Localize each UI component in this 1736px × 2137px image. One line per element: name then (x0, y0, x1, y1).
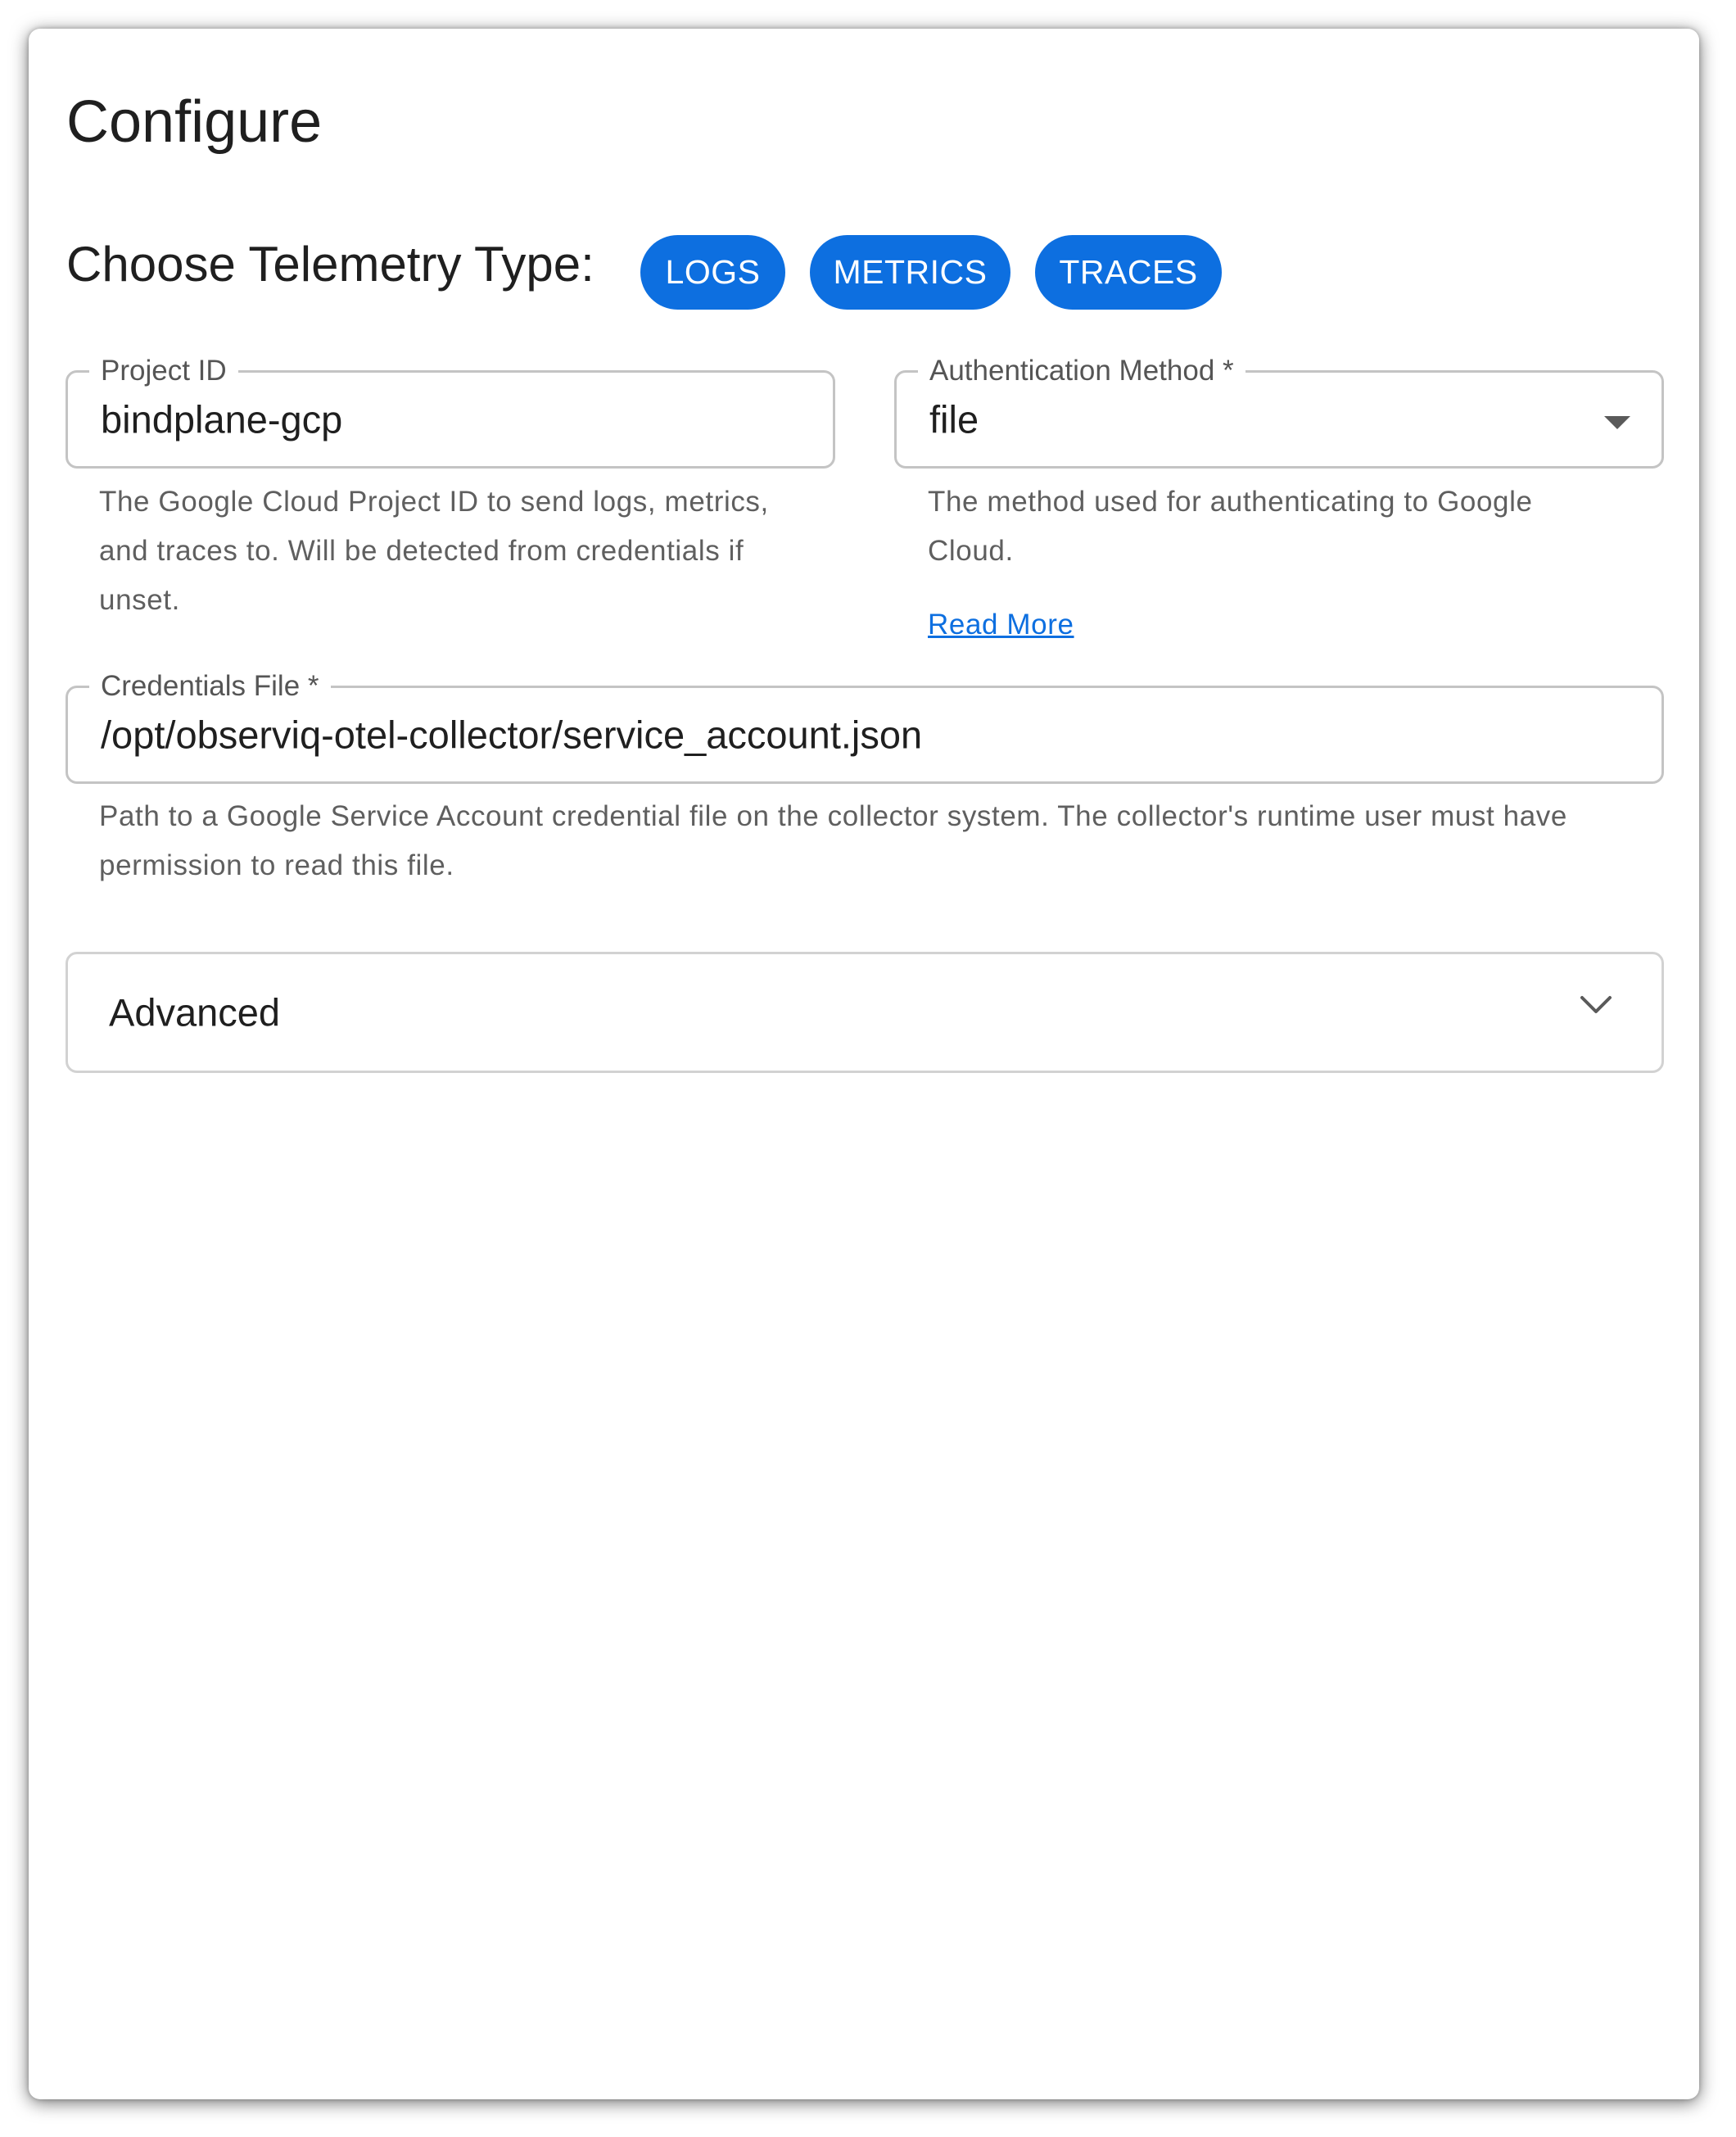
advanced-label: Advanced (109, 990, 281, 1035)
credentials-file-input[interactable]: /opt/observiq-otel-collector/service_acc… (101, 713, 922, 758)
project-id-help: The Google Cloud Project ID to send logs… (99, 486, 769, 616)
project-id-label: Project ID (89, 353, 238, 389)
page-title: Configure (66, 89, 323, 155)
configure-card: Configure Choose Telemetry Type: LOGS ME… (29, 29, 1699, 2099)
metrics-chip[interactable]: METRICS (810, 235, 1010, 310)
credentials-file-help: Path to a Google Service Account credent… (99, 800, 1567, 881)
dropdown-arrow-icon[interactable] (1604, 416, 1630, 429)
authentication-method-value[interactable]: file (929, 397, 979, 442)
authentication-method-help: The method used for authenticating to Go… (928, 486, 1533, 567)
authentication-method-select[interactable]: Authentication Method * file (894, 353, 1664, 469)
read-more-link[interactable]: Read More (928, 600, 1074, 650)
traces-chip[interactable]: TRACES (1035, 235, 1222, 310)
chevron-down-icon[interactable] (1580, 995, 1612, 1015)
logs-chip[interactable]: LOGS (640, 235, 785, 310)
authentication-method-label: Authentication Method * (918, 353, 1245, 389)
credentials-file-field[interactable]: Credentials File * /opt/observiq-otel-co… (66, 668, 1664, 784)
credentials-file-label: Credentials File * (89, 668, 331, 704)
project-id-input[interactable]: bindplane-gcp (101, 397, 342, 442)
project-id-field[interactable]: Project ID bindplane-gcp (66, 353, 835, 469)
telemetry-type-label: Choose Telemetry Type: (66, 237, 594, 292)
advanced-accordion[interactable]: Advanced (66, 952, 1664, 1073)
